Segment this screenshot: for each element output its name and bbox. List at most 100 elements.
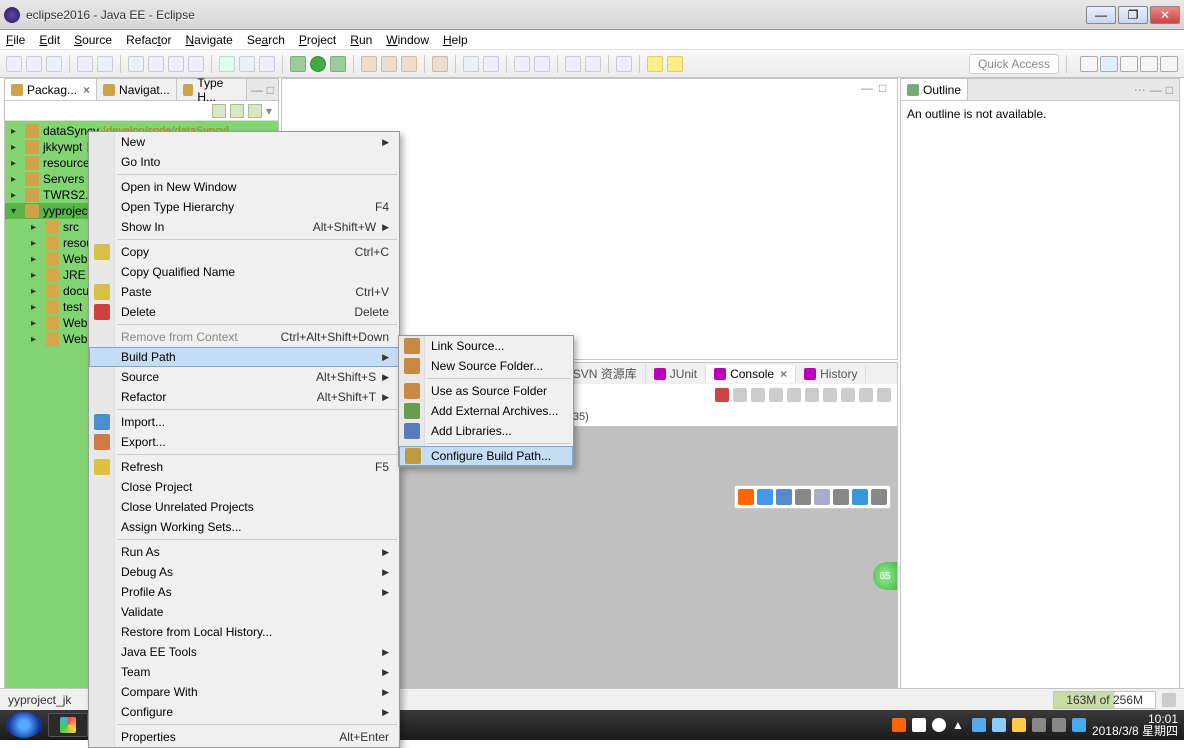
ime-moon-icon[interactable] — [776, 489, 792, 505]
javaee-perspective-icon[interactable] — [1100, 56, 1118, 72]
view-minimax[interactable]: ▾ — [266, 104, 272, 118]
minimize-view-icon[interactable]: — — [1150, 83, 1162, 97]
quick-access-field[interactable]: Quick Access — [969, 54, 1059, 74]
expand-icon[interactable]: ▸ — [31, 302, 41, 313]
saveall-icon[interactable] — [46, 56, 62, 72]
tb-icon[interactable] — [565, 56, 581, 72]
terminate-icon[interactable] — [715, 388, 729, 402]
menu-item[interactable]: Restore from Local History... — [89, 622, 399, 642]
tb-icon[interactable] — [168, 56, 184, 72]
submenu-item[interactable]: New Source Folder... — [399, 356, 573, 376]
menu-item[interactable]: PropertiesAlt+Enter — [89, 727, 399, 747]
tb-icon[interactable] — [239, 56, 255, 72]
menu-item[interactable]: Open in New Window — [89, 177, 399, 197]
tb-icon[interactable] — [514, 56, 530, 72]
ime-user-icon[interactable] — [833, 489, 849, 505]
menu-item[interactable]: Validate — [89, 602, 399, 622]
floating-ime-toolbar[interactable] — [734, 485, 891, 509]
expand-icon[interactable]: ▾ — [11, 206, 21, 217]
open-perspective-icon[interactable] — [1080, 56, 1098, 72]
ime-shirt-icon[interactable] — [852, 489, 868, 505]
menu-item[interactable]: PasteCtrl+V — [89, 282, 399, 302]
link-editor-icon[interactable] — [230, 104, 244, 118]
tray-shield-icon[interactable] — [912, 718, 926, 732]
view-toolbar-icon[interactable]: ⋯ — [1134, 83, 1146, 97]
build-path-submenu[interactable]: Link Source...New Source Folder...Use as… — [398, 335, 574, 467]
submenu-item[interactable]: Use as Source Folder — [399, 381, 573, 401]
java-perspective-icon[interactable] — [1120, 56, 1138, 72]
maximize-view-icon[interactable]: □ — [879, 81, 893, 95]
sogou-icon[interactable] — [738, 489, 754, 505]
menu-item[interactable]: Build Path▶ — [89, 347, 399, 367]
tb-icon[interactable] — [148, 56, 164, 72]
display-console-icon[interactable] — [823, 388, 837, 402]
menu-item[interactable]: Compare With▶ — [89, 682, 399, 702]
min-icon[interactable] — [859, 388, 873, 402]
left-tab[interactable]: Packag...× — [5, 79, 97, 100]
left-tab[interactable]: Navigat... — [97, 79, 177, 100]
close-tab-icon[interactable]: × — [780, 367, 787, 381]
remove-all-icon[interactable] — [751, 388, 765, 402]
new-icon[interactable] — [6, 56, 22, 72]
pin-console-icon[interactable] — [805, 388, 819, 402]
menu-item[interactable]: Source — [74, 33, 112, 47]
open-console-icon[interactable] — [841, 388, 855, 402]
start-button[interactable] — [6, 712, 42, 738]
remove-launch-icon[interactable] — [733, 388, 747, 402]
menu-item[interactable]: Run As▶ — [89, 542, 399, 562]
tb-icon[interactable] — [401, 56, 417, 72]
menu-item[interactable]: Close Project — [89, 477, 399, 497]
run-button[interactable] — [310, 56, 326, 72]
expand-icon[interactable]: ▸ — [11, 126, 21, 137]
bottom-tab[interactable]: Console× — [706, 365, 796, 383]
submenu-item[interactable]: Configure Build Path... — [399, 446, 573, 466]
debug-perspective-icon[interactable] — [1140, 56, 1158, 72]
tray-lang-icon[interactable] — [1072, 718, 1086, 732]
collapse-all-icon[interactable] — [212, 104, 226, 118]
close-tab-icon[interactable]: × — [83, 83, 90, 97]
minimize-button[interactable]: — — [1086, 6, 1116, 24]
menu-item[interactable]: Edit — [39, 33, 60, 47]
menu-item[interactable]: Search — [247, 33, 285, 47]
scroll-lock-icon[interactable] — [787, 388, 801, 402]
tb-icon[interactable] — [361, 56, 377, 72]
menu-item[interactable]: Import... — [89, 412, 399, 432]
tb-icon[interactable] — [97, 56, 113, 72]
debug-icon[interactable] — [219, 56, 235, 72]
tb-icon[interactable] — [463, 56, 479, 72]
expand-icon[interactable]: ▸ — [31, 286, 41, 297]
expand-icon[interactable]: ▸ — [31, 270, 41, 281]
expand-icon[interactable]: ▸ — [31, 238, 41, 249]
menu-item[interactable]: Profile As▶ — [89, 582, 399, 602]
tb-icon[interactable] — [585, 56, 601, 72]
maximize-view-icon[interactable]: □ — [1166, 83, 1173, 97]
taskbar-clock[interactable]: 10:01 2018/3/8 星期四 — [1092, 713, 1178, 737]
view-menu-icon[interactable] — [248, 104, 262, 118]
expand-icon[interactable]: ▸ — [11, 142, 21, 153]
minimize-view-icon[interactable]: — — [861, 81, 875, 95]
close-button[interactable]: ✕ — [1150, 6, 1180, 24]
forward-nav-icon[interactable] — [667, 56, 683, 72]
expand-icon[interactable]: ▸ — [31, 334, 41, 345]
save-icon[interactable] — [26, 56, 42, 72]
menu-item[interactable]: Project — [299, 33, 336, 47]
expand-icon[interactable]: ▸ — [11, 158, 21, 169]
menu-item[interactable]: Close Unrelated Projects — [89, 497, 399, 517]
tb-icon[interactable] — [259, 56, 275, 72]
menu-item[interactable]: File — [6, 33, 25, 47]
tb-icon[interactable] — [534, 56, 550, 72]
left-tab[interactable]: Type H... — [177, 79, 247, 100]
ime-wrench-icon[interactable] — [871, 489, 887, 505]
clear-console-icon[interactable] — [769, 388, 783, 402]
tb-icon[interactable] — [128, 56, 144, 72]
menu-item[interactable]: Configure▶ — [89, 702, 399, 722]
tray-icon[interactable] — [1012, 718, 1026, 732]
tb-icon[interactable] — [77, 56, 93, 72]
heap-status[interactable]: 163M of 256M — [1053, 691, 1156, 709]
menu-item[interactable]: SourceAlt+Shift+S▶ — [89, 367, 399, 387]
menu-item[interactable]: Refactor — [126, 33, 171, 47]
tray-icon[interactable] — [1032, 718, 1046, 732]
tb-icon[interactable] — [188, 56, 204, 72]
menu-item[interactable]: Run — [350, 33, 372, 47]
perspective-icon[interactable] — [1160, 56, 1178, 72]
